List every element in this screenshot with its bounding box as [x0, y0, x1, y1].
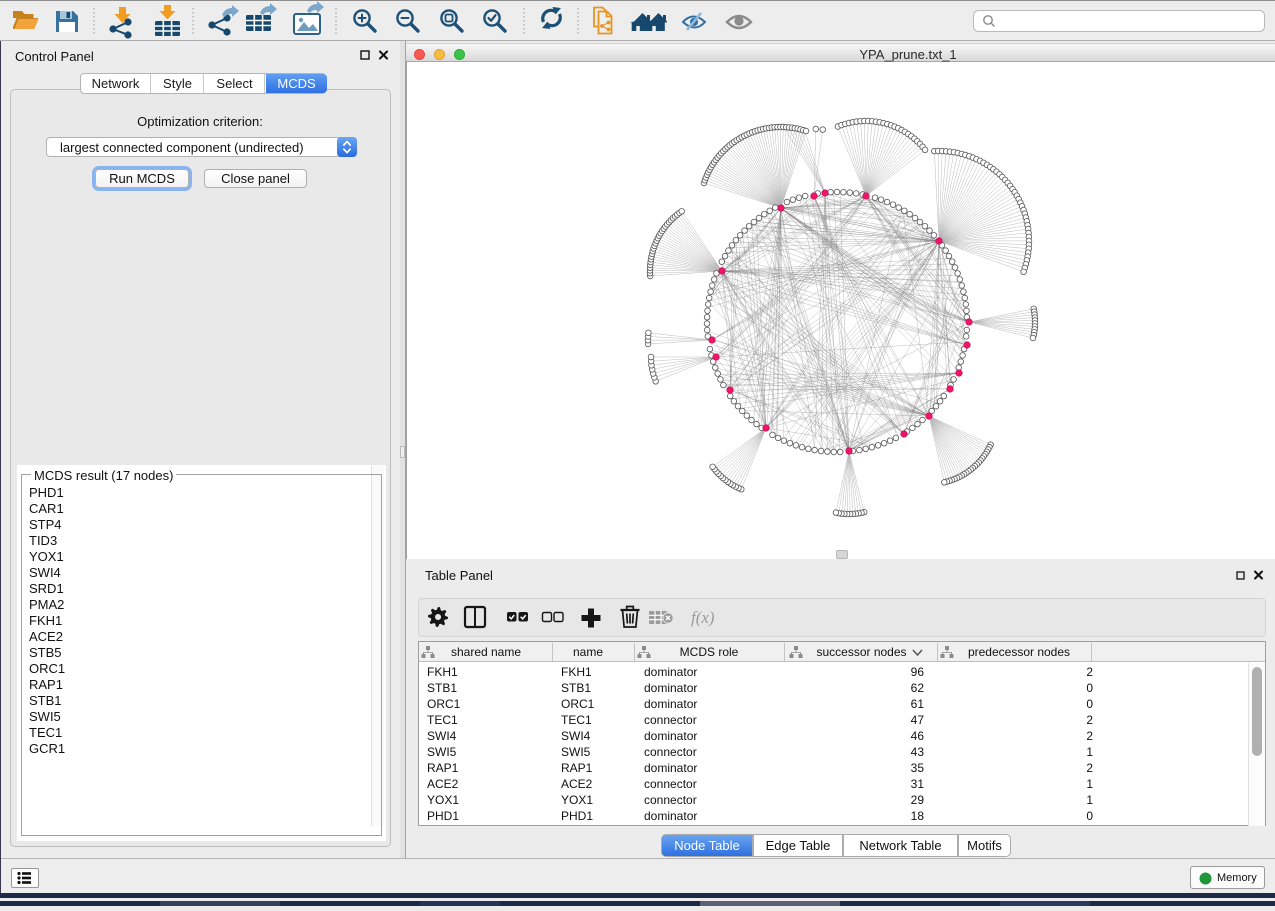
svg-text:f(x): f(x) — [691, 608, 715, 627]
